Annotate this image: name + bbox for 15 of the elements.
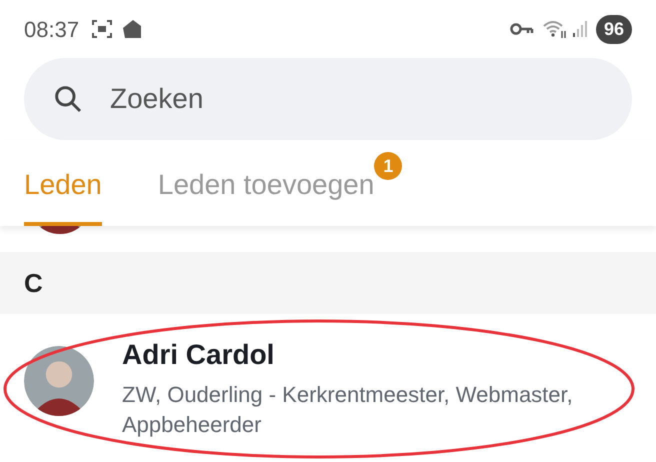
- search-field[interactable]: Zoeken: [24, 58, 632, 140]
- member-roles: ZW, Ouderling - Kerkrentmeester, Webmaster, Appbeheerder: [122, 381, 574, 439]
- search-icon: [52, 83, 84, 115]
- status-time: 08:37: [24, 16, 80, 44]
- wifi-icon: [542, 19, 568, 39]
- key-icon: [510, 22, 534, 36]
- battery-indicator: 96: [596, 14, 632, 44]
- member-name: Adri Cardol: [122, 338, 276, 372]
- avatar: [24, 346, 94, 416]
- notification-badge: 1: [374, 152, 402, 180]
- member-row[interactable]: Adri Cardol ZW, Ouderling - Kerkrentmeester, Webmaster, Appbeheerder: [0, 314, 656, 440]
- section-header: C: [0, 252, 656, 314]
- tab[interactable]: Leden toevoegen: [158, 164, 374, 226]
- signal-icon: [572, 20, 588, 38]
- screenshot-icon: [91, 18, 114, 40]
